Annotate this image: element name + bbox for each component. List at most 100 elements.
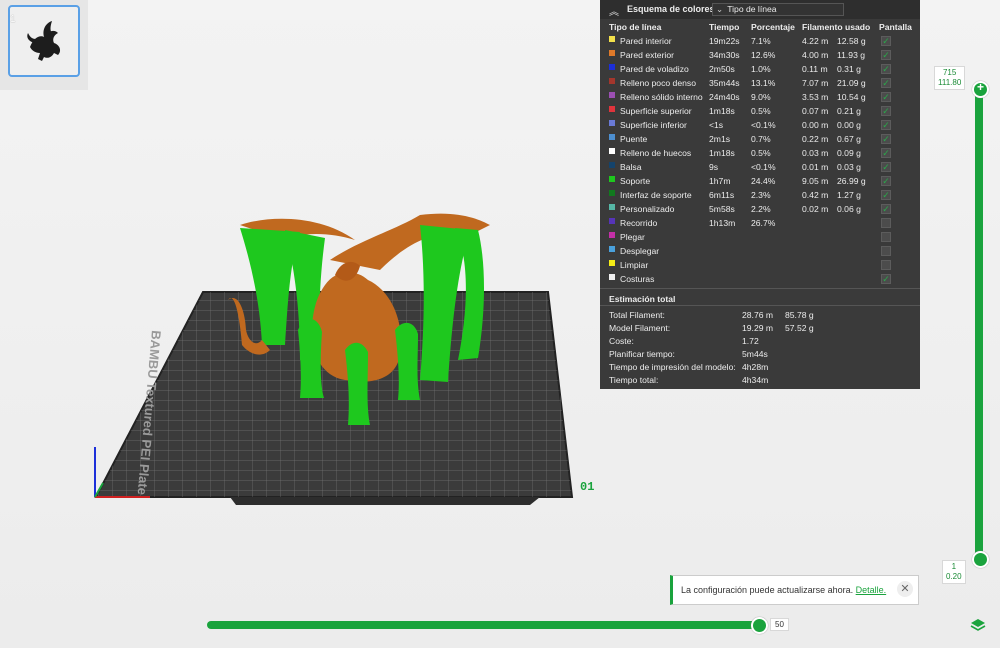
display-checkbox[interactable]	[881, 218, 891, 228]
display-checkbox[interactable]: ✓	[881, 190, 891, 200]
legend-row: Costuras ✓	[600, 273, 920, 287]
row-weight: 0.67 g	[837, 134, 861, 144]
row-weight: 0.21 g	[837, 106, 861, 116]
row-label: Costuras	[620, 274, 655, 284]
row-label: Desplegar	[620, 246, 660, 256]
row-time: 2m1s	[709, 134, 731, 144]
display-checkbox[interactable]	[881, 246, 891, 256]
row-label: Interfaz de soporte	[620, 190, 692, 200]
legend-row: Plegar	[600, 231, 920, 245]
row-percent: 9.0%	[751, 92, 771, 102]
color-swatch	[609, 260, 615, 266]
row-percent: 2.3%	[751, 190, 771, 200]
row-length: 0.02 m	[802, 204, 829, 214]
col-time: Tiempo	[709, 22, 740, 32]
move-slider-value: 50	[770, 618, 789, 631]
row-label: Recorrido	[620, 218, 658, 228]
display-checkbox[interactable]: ✓	[881, 162, 891, 172]
display-checkbox[interactable]: ✓	[881, 204, 891, 214]
display-checkbox[interactable]	[881, 260, 891, 270]
display-checkbox[interactable]: ✓	[881, 36, 891, 46]
color-swatch	[609, 50, 615, 56]
row-weight: 12.58 g	[837, 36, 866, 46]
legend-row: Pared interior 19m22s 7.1% 4.22 m 12.58 g ✓	[600, 35, 920, 49]
layer-slider-bottom-label: 1 0.20	[942, 560, 966, 584]
view-mode-select[interactable]: ⌄ Tipo de línea	[712, 3, 844, 16]
color-swatch	[609, 162, 615, 168]
row-label: Puente	[620, 134, 648, 144]
layers-icon[interactable]	[970, 617, 988, 635]
col-percent: Porcentaje	[751, 22, 795, 32]
row-length: 0.01 m	[802, 162, 829, 172]
view-mode-value: Tipo de línea	[727, 4, 777, 14]
estimate-value: 19.29 m	[742, 323, 774, 333]
row-label: Relleno de huecos	[620, 148, 692, 158]
display-checkbox[interactable]: ✓	[881, 274, 891, 284]
close-icon[interactable]: ✕	[897, 581, 913, 597]
row-weight: 1.27 g	[837, 190, 861, 200]
move-slider-track[interactable]	[207, 621, 761, 629]
row-percent: <0.1%	[751, 120, 776, 130]
layer-slider-track[interactable]	[975, 87, 983, 561]
layer-slider-top-label: 715 111.80	[934, 66, 966, 90]
display-checkbox[interactable]: ✓	[881, 78, 891, 88]
col-filament: Filamento usado	[802, 22, 871, 32]
top-layer-height: 111.80	[938, 78, 962, 87]
display-checkbox[interactable]: ✓	[881, 176, 891, 186]
legend-row: Pared de voladizo 2m50s 1.0% 0.11 m 0.31 g ✓	[600, 63, 920, 77]
row-label: Relleno poco denso	[620, 78, 696, 88]
row-time: 6m11s	[709, 190, 735, 200]
display-checkbox[interactable]: ✓	[881, 106, 891, 116]
row-label: Plegar	[620, 232, 645, 242]
color-swatch	[609, 120, 615, 126]
legend-header: ︽ Esquema de colores ⌄ Tipo de línea	[600, 0, 920, 19]
legend-rows: Pared interior 19m22s 7.1% 4.22 m 12.58 g ✓ Pa…	[600, 35, 920, 287]
display-checkbox[interactable]: ✓	[881, 134, 891, 144]
layer-slider-bottom-handle[interactable]	[972, 551, 989, 568]
legend-row: Balsa 9s <0.1% 0.01 m 0.03 g ✓	[600, 161, 920, 175]
row-weight: 21.09 g	[837, 78, 866, 88]
chevron-up-icon[interactable]: ︽	[609, 3, 619, 18]
row-time: 5m58s	[709, 204, 735, 214]
row-label: Superficie superior	[620, 106, 692, 116]
row-weight: 0.06 g	[837, 204, 861, 214]
estimate-label: Coste:	[609, 336, 634, 346]
row-percent: 26.7%	[751, 218, 776, 228]
estimate-value: 4h28m	[742, 362, 769, 372]
row-length: 4.22 m	[802, 36, 829, 46]
color-swatch	[609, 218, 615, 224]
legend-row: Relleno poco denso 35m44s 13.1% 7.07 m 21.09…	[600, 77, 920, 91]
details-link[interactable]: Detalle.	[856, 585, 887, 595]
estimate-label: Tiempo total:	[609, 375, 659, 385]
display-checkbox[interactable]: ✓	[881, 120, 891, 130]
display-checkbox[interactable]	[881, 232, 891, 242]
3d-viewport[interactable]: 1 BAMBU Textured PEI Plate 01 ︽ Esquema …	[0, 0, 1000, 648]
estimate-label: Tiempo de impresión del modelo:	[609, 362, 736, 372]
color-swatch	[609, 190, 615, 196]
display-checkbox[interactable]: ✓	[881, 50, 891, 60]
color-swatch	[609, 232, 615, 238]
display-checkbox[interactable]: ✓	[881, 64, 891, 74]
legend-row: Soporte 1h7m 24.4% 9.05 m 26.99 g ✓	[600, 175, 920, 189]
row-time: 2m50s	[709, 64, 735, 74]
row-length: 3.53 m	[802, 92, 829, 102]
row-label: Limpiar	[620, 260, 649, 270]
row-time: 1h7m	[709, 176, 731, 186]
update-notification: La configuración puede actualizarse ahor…	[670, 575, 919, 605]
color-swatch	[609, 274, 615, 280]
row-time: 1h13m	[709, 218, 736, 228]
row-percent: 0.5%	[751, 106, 771, 116]
layer-slider-top-handle[interactable]	[972, 80, 989, 98]
color-swatch	[609, 78, 615, 84]
display-checkbox[interactable]: ✓	[881, 92, 891, 102]
row-percent: 0.5%	[751, 148, 771, 158]
move-slider-handle[interactable]	[751, 617, 768, 634]
display-checkbox[interactable]: ✓	[881, 148, 891, 158]
color-swatch	[609, 204, 615, 210]
col-type: Tipo de línea	[609, 22, 662, 32]
row-percent: 12.6%	[751, 50, 776, 60]
estimate-value: 1.72	[742, 336, 759, 346]
row-time: 34m30s	[709, 50, 740, 60]
estimate-value: 28.76 m	[742, 310, 774, 320]
estimate-row: Total Filament: 28.76 m 85.78 g	[600, 309, 920, 322]
